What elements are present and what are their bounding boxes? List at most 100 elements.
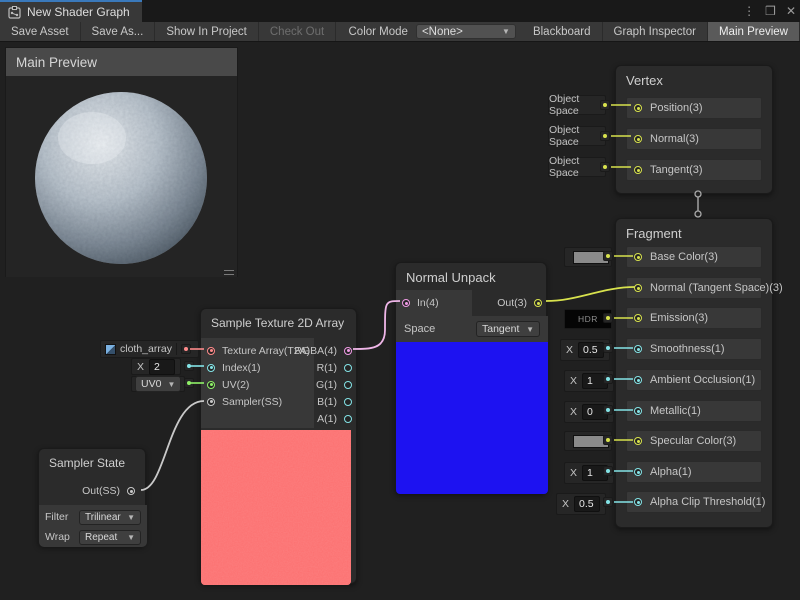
rgba-slot[interactable]: RGBA(4) xyxy=(314,342,358,359)
panel-resize-handle[interactable] xyxy=(224,270,234,275)
position-port[interactable] xyxy=(634,104,642,112)
fragment-slot-normal[interactable]: Normal (Tangent Space)(3) xyxy=(626,277,762,299)
vertex-slot-position[interactable]: Position(3) xyxy=(626,97,762,119)
space-value: Tangent xyxy=(482,323,519,335)
r-slot[interactable]: R(1) xyxy=(314,359,358,376)
x-label: X xyxy=(566,344,573,356)
sample-texture-title: Sample Texture 2D Array xyxy=(201,309,356,336)
normal-tangent-space-port[interactable] xyxy=(634,284,642,292)
wrap-value: Repeat xyxy=(85,532,117,543)
fragment-slot-smoothness[interactable]: Smoothness(1) xyxy=(626,338,762,360)
main-preview-toggle-button[interactable]: Main Preview xyxy=(708,22,800,41)
wrap-label: Wrap xyxy=(45,531,70,543)
save-asset-button[interactable]: Save Asset xyxy=(0,22,81,41)
vertex-slot-normal[interactable]: Normal(3) xyxy=(626,128,762,150)
sampler-port[interactable] xyxy=(207,398,215,406)
r-port[interactable] xyxy=(344,364,352,372)
metallic-port[interactable] xyxy=(634,407,642,415)
in4-slot[interactable]: In(4) xyxy=(396,290,472,316)
vertex-slot-tangent[interactable]: Tangent(3) xyxy=(626,159,762,181)
sample-texture-2d-array-node[interactable]: Sample Texture 2D Array Texture Array(T2… xyxy=(200,308,357,584)
close-icon[interactable]: ✕ xyxy=(786,0,796,22)
fragment-slot-specular-color[interactable]: Specular Color(3) xyxy=(626,430,762,452)
widget-stub xyxy=(603,435,613,445)
color-mode-dropdown[interactable]: <None> ▼ xyxy=(416,24,516,39)
sampler-slot[interactable]: Sampler(SS) xyxy=(201,393,314,410)
slot-label: Out(3) xyxy=(497,297,527,309)
vertex-node[interactable]: Vertex Position(3) Normal(3) Tangent(3) xyxy=(615,65,773,194)
x-label: X xyxy=(570,406,577,418)
main-preview-viewport[interactable] xyxy=(6,76,237,277)
ambient-occlusion-port[interactable] xyxy=(634,376,642,384)
window-menu-icon[interactable]: ⋮ xyxy=(743,0,755,22)
out3-slot[interactable]: Out(3) xyxy=(472,290,548,316)
uv-slot[interactable]: UV(2) xyxy=(201,376,314,393)
slot-label: Metallic(1) xyxy=(650,405,701,417)
dropdown-arrow-icon: ▼ xyxy=(167,380,175,389)
alpha-port[interactable] xyxy=(634,468,642,476)
alpha-clip-threshold-port[interactable] xyxy=(634,498,642,506)
fragment-slot-metallic[interactable]: Metallic(1) xyxy=(626,400,762,422)
out3-port[interactable] xyxy=(534,299,542,307)
slot-label: B(1) xyxy=(317,396,337,408)
value-input[interactable]: 0.5 xyxy=(578,342,604,358)
base-color-port[interactable] xyxy=(634,253,642,261)
index-slot[interactable]: Index(1) xyxy=(201,359,314,376)
tab-new-shader-graph[interactable]: New Shader Graph xyxy=(0,0,142,22)
slot-label: Specular Color(3) xyxy=(650,435,736,447)
tangent-port[interactable] xyxy=(634,166,642,174)
a-slot[interactable]: A(1) xyxy=(314,410,358,427)
sampler-state-node[interactable]: Sampler State Out(SS) Filter Trilinear ▼… xyxy=(38,448,146,546)
widget-stub xyxy=(184,361,194,371)
preview-sphere xyxy=(6,76,237,277)
emission-port[interactable] xyxy=(634,314,642,322)
binding-stub xyxy=(600,100,610,110)
specular-color-port[interactable] xyxy=(634,437,642,445)
index-port[interactable] xyxy=(207,364,215,372)
fragment-slot-ambient-occlusion[interactable]: Ambient Occlusion(1) xyxy=(626,369,762,391)
slot-label: Position(3) xyxy=(650,102,703,114)
widget-stub xyxy=(603,466,613,476)
rgba-port[interactable] xyxy=(344,347,352,355)
fragment-slot-alpha[interactable]: Alpha(1) xyxy=(626,461,762,483)
main-preview-header[interactable]: Main Preview xyxy=(6,48,237,76)
binding-label: Object Space xyxy=(549,93,605,117)
fragment-slot-alpha-clip[interactable]: Alpha Clip Threshold(1) xyxy=(626,491,762,513)
fragment-slot-base-color[interactable]: Base Color(3) xyxy=(626,246,762,268)
normal-unpack-node[interactable]: Normal Unpack In(4) Out(3) Space Tangent… xyxy=(395,262,547,494)
graph-canvas[interactable]: Main Preview xyxy=(0,42,800,600)
b-slot[interactable]: B(1) xyxy=(314,393,358,410)
filter-dropdown[interactable]: Trilinear ▼ xyxy=(79,510,141,525)
save-as-button[interactable]: Save As... xyxy=(81,22,156,41)
texture-array-thumbnail-icon xyxy=(105,344,116,355)
shader-graph-asset-icon xyxy=(8,6,21,19)
show-in-project-button[interactable]: Show In Project xyxy=(155,22,259,41)
alpha-clip-value-field[interactable]: X 0.5 xyxy=(556,493,606,515)
slot-label: R(1) xyxy=(317,362,337,374)
smoothness-port[interactable] xyxy=(634,345,642,353)
wrap-dropdown[interactable]: Repeat ▼ xyxy=(79,530,141,545)
value-input[interactable]: 2 xyxy=(149,359,175,375)
blackboard-toggle-button[interactable]: Blackboard xyxy=(522,22,603,41)
out-ss-port[interactable] xyxy=(127,487,135,495)
slot-label: Out(SS) xyxy=(82,485,120,497)
fragment-slot-emission[interactable]: Emission(3) xyxy=(626,307,762,329)
a-port[interactable] xyxy=(344,415,352,423)
b-port[interactable] xyxy=(344,398,352,406)
value-input[interactable]: 0.5 xyxy=(574,496,600,512)
maximize-icon[interactable]: ❒ xyxy=(765,0,776,22)
g-slot[interactable]: G(1) xyxy=(314,376,358,393)
normal-port[interactable] xyxy=(634,135,642,143)
space-dropdown[interactable]: Tangent ▼ xyxy=(476,321,540,337)
graph-inspector-toggle-button[interactable]: Graph Inspector xyxy=(603,22,708,41)
uv-port[interactable] xyxy=(207,381,215,389)
index-value-field[interactable]: X 2 xyxy=(131,358,181,375)
uv-channel-dropdown[interactable]: UV0 ▼ xyxy=(135,376,181,392)
out-ss-slot[interactable]: Out(SS) xyxy=(41,481,141,501)
in4-port[interactable] xyxy=(402,299,410,307)
fragment-node[interactable]: Fragment Base Color(3) Normal (Tangent S… xyxy=(615,218,773,528)
slot-label: Index(1) xyxy=(222,362,261,374)
texture-array-port[interactable] xyxy=(207,347,215,355)
x-label: X xyxy=(570,467,577,479)
g-port[interactable] xyxy=(344,381,352,389)
